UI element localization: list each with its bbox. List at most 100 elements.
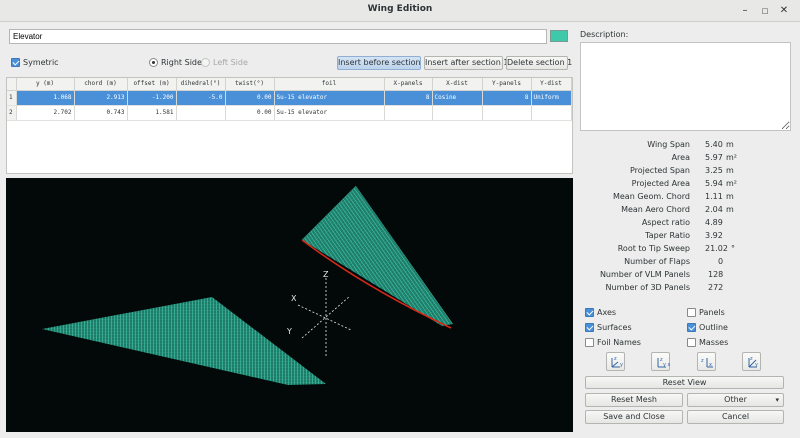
save-close-button[interactable]: Save and Close <box>585 410 683 424</box>
chevron-down-icon: ▾ <box>775 396 779 404</box>
cell-x-dist[interactable] <box>432 105 483 121</box>
column-header[interactable]: X-panels <box>384 78 433 91</box>
description-label: Description: <box>580 30 629 39</box>
close-button[interactable]: ✕ <box>777 4 791 18</box>
window-title: Wing Edition <box>367 4 433 14</box>
cell-twist[interactable]: 0.00 <box>225 90 275 106</box>
top-view-button[interactable]: zy <box>742 352 761 371</box>
svg-text:x: x <box>709 362 712 368</box>
cell-y-panels[interactable] <box>482 105 532 121</box>
panels-check-icon <box>687 308 696 317</box>
cell-y-dist[interactable]: Uniform <box>531 90 572 106</box>
corner-header <box>7 78 17 91</box>
other-dropdown[interactable]: Other ▾ <box>687 393 784 407</box>
cell-foil[interactable]: Su-15 elevator <box>274 90 385 106</box>
column-header[interactable]: chord (m) <box>74 78 128 91</box>
cell-chord[interactable]: 0.743 <box>74 105 128 121</box>
title-bar: Wing Edition – □ ✕ <box>0 0 800 22</box>
iso-view-button[interactable]: zy <box>606 352 625 371</box>
right-side-radio[interactable]: Right Side <box>149 58 202 67</box>
row-index[interactable]: 1 <box>7 90 17 106</box>
stat-row: Projected Span 3.25 m <box>629 166 734 175</box>
column-header[interactable]: Y-panels <box>482 78 532 91</box>
iso-view-icon: zy <box>611 356 623 368</box>
left-wing-surface <box>42 297 326 385</box>
column-header[interactable]: offset (m) <box>127 78 177 91</box>
cell-y[interactable]: 1.068 <box>16 90 75 106</box>
svg-text:z: z <box>614 356 617 362</box>
column-header[interactable]: X-dist <box>432 78 483 91</box>
wing-name-input[interactable] <box>9 29 547 44</box>
stat-row: Root to Tip Sweep 21.02 ° <box>617 244 735 253</box>
stat-row: Aspect ratio 4.89 <box>641 218 723 227</box>
row-index[interactable]: 2 <box>7 105 17 121</box>
delete-section-button[interactable]: Delete section 1 <box>506 56 572 70</box>
outline-checkbox[interactable]: Outline <box>687 323 728 332</box>
insert-before-button[interactable]: Insert before section 1 <box>337 56 428 70</box>
y-axis-label: Y <box>286 327 292 336</box>
surfaces-checkbox[interactable]: Surfaces <box>585 323 632 332</box>
description-input[interactable] <box>580 42 791 131</box>
cell-chord[interactable]: 2.913 <box>74 90 128 106</box>
foil-names-check-icon <box>585 338 594 347</box>
stat-row: Mean Aero Chord 2.04 m <box>621 205 734 214</box>
x-axis-label: X <box>291 294 297 303</box>
cell-foil[interactable]: Su-15 elevator <box>274 105 385 121</box>
column-header[interactable]: foil <box>274 78 385 91</box>
surfaces-check-icon <box>585 323 594 332</box>
axes-checkbox[interactable]: Axes <box>585 308 616 317</box>
left-side-radio-icon <box>201 58 210 67</box>
y-view-icon: zx <box>701 358 713 368</box>
reset-view-button[interactable]: Reset View <box>585 376 784 389</box>
cell-twist[interactable]: 0.00 <box>225 105 275 121</box>
cell-offset[interactable]: -1.200 <box>127 90 177 106</box>
insert-after-button[interactable]: Insert after section 1 <box>424 56 508 70</box>
z-axis-label: Z <box>323 270 329 279</box>
side-view-button[interactable]: zx <box>697 352 716 371</box>
cell-dihedral[interactable] <box>176 105 226 121</box>
cell-y[interactable]: 2.702 <box>16 105 75 121</box>
cell-x-panels[interactable]: 8 <box>384 90 433 106</box>
cell-y-panels[interactable]: 8 <box>482 90 532 106</box>
maximize-button[interactable]: □ <box>758 4 772 18</box>
axes-gizmo <box>297 278 352 356</box>
stat-row: Number of Flaps 0 <box>624 257 724 266</box>
minimize-button[interactable]: – <box>738 4 752 18</box>
cell-y-dist[interactable] <box>531 105 572 121</box>
masses-checkbox[interactable]: Masses <box>687 338 728 347</box>
cell-offset[interactable]: 1.581 <box>127 105 177 121</box>
masses-check-icon <box>687 338 696 347</box>
table-row[interactable]: 2 2.702 0.743 1.581 0.00 Su-15 elevator <box>7 105 572 121</box>
cell-dihedral[interactable]: -5.0 <box>176 90 226 106</box>
cell-x-panels[interactable] <box>384 105 433 121</box>
reset-mesh-button[interactable]: Reset Mesh <box>585 393 683 407</box>
stat-row: Area 5.97 m² <box>671 153 737 162</box>
svg-text:z: z <box>750 356 753 362</box>
left-side-label: Left Side <box>213 58 248 67</box>
column-header[interactable]: twist(°) <box>225 78 275 91</box>
sections-table[interactable]: y (m) chord (m) offset (m) dihedral(°) t… <box>6 77 573 174</box>
cell-x-dist[interactable]: Cosine <box>432 90 483 106</box>
wing-color-button[interactable] <box>550 30 568 42</box>
right-side-label: Right Side <box>161 58 202 67</box>
column-header[interactable]: dihedral(°) <box>176 78 226 91</box>
outline-check-icon <box>687 323 696 332</box>
column-header[interactable]: Y-dist <box>531 78 572 91</box>
svg-text:y: y <box>755 362 758 368</box>
panels-checkbox[interactable]: Panels <box>687 308 725 317</box>
table-row[interactable]: 1 1.068 2.913 -1.200 -5.0 0.00 Su-15 ele… <box>7 90 572 106</box>
front-view-button[interactable]: zy x <box>651 352 670 371</box>
symetric-checkbox[interactable]: Symetric <box>11 58 59 67</box>
stat-row: Mean Geom. Chord 1.11 m <box>612 192 734 201</box>
x-view-icon: zy x <box>657 357 670 368</box>
3d-viewport[interactable]: Z X Y <box>6 178 573 432</box>
other-label: Other <box>724 395 747 404</box>
foil-names-checkbox[interactable]: Foil Names <box>585 338 641 347</box>
stat-row: Projected Area 5.94 m² <box>631 179 737 188</box>
stat-row: Wing Span 5.40 m <box>647 140 734 149</box>
left-side-radio[interactable]: Left Side <box>201 58 248 67</box>
column-header[interactable]: y (m) <box>16 78 75 91</box>
right-side-radio-icon <box>149 58 158 67</box>
svg-text:y: y <box>620 362 623 368</box>
cancel-button[interactable]: Cancel <box>687 410 784 424</box>
